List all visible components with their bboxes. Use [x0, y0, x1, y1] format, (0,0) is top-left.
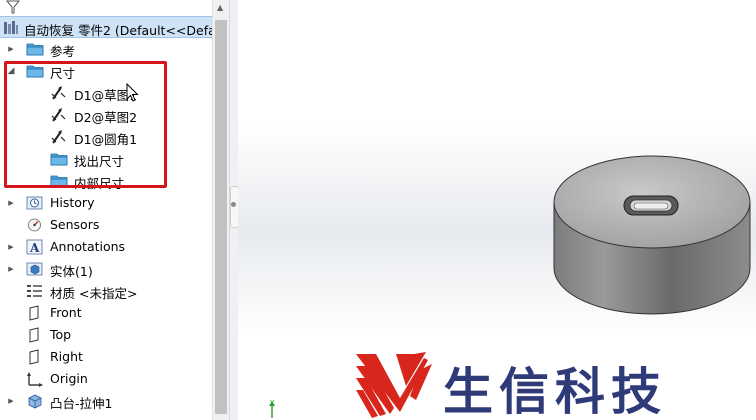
tree-item[interactable]: ▶ 实体(1) — [0, 258, 212, 280]
tree-item[interactable]: Origin — [0, 368, 212, 390]
history-icon — [26, 195, 44, 211]
graphics-viewport[interactable]: 生信科技 Y — [238, 0, 756, 420]
tree-item-label: 材质 <未指定> — [50, 286, 138, 301]
sensors-icon — [26, 217, 44, 233]
extrude-icon — [26, 393, 44, 409]
expand-arrow-icon[interactable]: ▶ — [6, 43, 16, 55]
solid-bodies-icon — [26, 261, 44, 277]
cylinder-model[interactable] — [548, 150, 756, 340]
tree-item[interactable]: Right — [0, 346, 212, 368]
tree-root-part[interactable]: 自动恢复 零件2 (Default<<Default> — [0, 16, 212, 38]
tree-item-label: 凸台-拉伸1 — [50, 396, 113, 411]
annotations-icon: A — [26, 239, 44, 255]
highlight-annotation-box — [4, 61, 167, 188]
tree-item[interactable]: ▶ History — [0, 192, 212, 214]
splitter-grip-icon — [231, 202, 236, 207]
expand-arrow-icon[interactable]: ▶ — [6, 197, 16, 209]
part-icon — [4, 21, 18, 34]
plane-icon — [26, 305, 44, 321]
brand-logo-text: 生信科技 — [443, 363, 667, 420]
feature-manager-tree: 自动恢复 零件2 (Default<<Default> ▶参考◢尺寸D1@草图1… — [0, 0, 230, 420]
tree-item[interactable]: Sensors — [0, 214, 212, 236]
tree-item-label: Sensors — [50, 217, 100, 232]
tree-item-label: Front — [50, 305, 82, 320]
scroll-up-arrow-icon[interactable]: ▲ — [217, 3, 223, 12]
origin-icon — [26, 371, 44, 387]
tree-item-label: 参考 — [50, 44, 76, 59]
filter-icon[interactable] — [6, 0, 20, 14]
tree-item[interactable]: Top — [0, 324, 212, 346]
expand-arrow-icon[interactable]: ▶ — [6, 263, 16, 275]
expand-arrow-icon[interactable]: ▶ — [6, 241, 16, 253]
tree-scrollbar[interactable]: ▲ — [212, 0, 229, 420]
tree-item[interactable]: ▶ 凸台-拉伸1 — [0, 390, 212, 412]
tree-item-label: Annotations — [50, 239, 126, 254]
tree-item[interactable]: ▶ A Annotations — [0, 236, 212, 258]
tree-item-label: Origin — [50, 371, 88, 386]
tree-item[interactable]: ▶ 参考 — [0, 38, 212, 60]
expand-arrow-icon[interactable]: ▶ — [6, 395, 16, 407]
mouse-pointer-icon — [126, 83, 139, 102]
tree-item-label: Top — [50, 327, 72, 342]
folder-icon — [26, 41, 44, 57]
plane-icon — [26, 327, 44, 343]
svg-text:A: A — [29, 241, 40, 255]
tree-item-label: 实体(1) — [50, 264, 93, 279]
tree-item[interactable]: 材质 <未指定> — [0, 280, 212, 302]
tree-item[interactable]: Front — [0, 302, 212, 324]
plane-icon — [26, 349, 44, 365]
filter-bar — [0, 0, 212, 17]
tree-root-label: 自动恢复 零件2 (Default<<Default> — [24, 23, 212, 38]
material-icon — [26, 283, 44, 299]
scroll-thumb[interactable] — [215, 20, 227, 414]
triad-y-label: Y — [270, 399, 275, 407]
tree-item-label: Right — [50, 349, 83, 364]
tree-item-label: History — [50, 195, 95, 210]
brand-logo-icon — [356, 352, 432, 418]
